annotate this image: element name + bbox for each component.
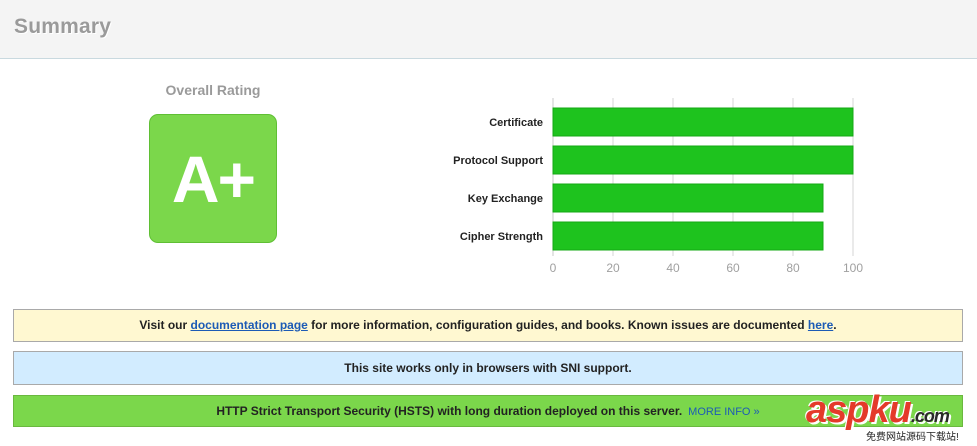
sni-notice: This site works only in browsers with SN… [13,351,963,385]
chart-bar [552,107,854,137]
sni-text: This site works only in browsers with SN… [344,361,632,375]
category-label: Certificate [489,117,543,129]
x-tick-label: 100 [843,261,863,275]
watermark-dot-com: .com [910,406,950,426]
hsts-text: HTTP Strict Transport Security (HSTS) wi… [216,404,683,418]
x-tick-label: 40 [666,261,680,275]
x-tick-label: 0 [550,261,557,275]
known-issues-link[interactable]: here [808,318,833,332]
chart-bar [552,221,824,251]
docs-text-before: Visit our [139,318,191,332]
docs-text-middle: for more information, configuration guid… [307,318,808,332]
x-tick-label: 80 [786,261,800,275]
x-tick-label: 20 [606,261,620,275]
x-tick-label: 60 [726,261,740,275]
category-label: Protocol Support [453,155,543,167]
category-label: Key Exchange [468,193,543,205]
docs-text-after: . [833,318,837,332]
hsts-more-info-link[interactable]: MORE INFO » [688,406,760,418]
documentation-notice: Visit our documentation page for more in… [13,309,963,342]
watermark-logo: aspku.com 免费网站源码下载站! [806,390,972,443]
watermark-sub: 免费网站源码下载站! [866,432,959,443]
documentation-page-link[interactable]: documentation page [191,318,308,332]
category-label: Cipher Strength [460,231,543,243]
chart-bar [552,183,824,213]
chart-bar [552,145,854,175]
rating-bar-chart: 0 20 40 60 80 100 Certificate Protocol Support K… [453,98,863,275]
